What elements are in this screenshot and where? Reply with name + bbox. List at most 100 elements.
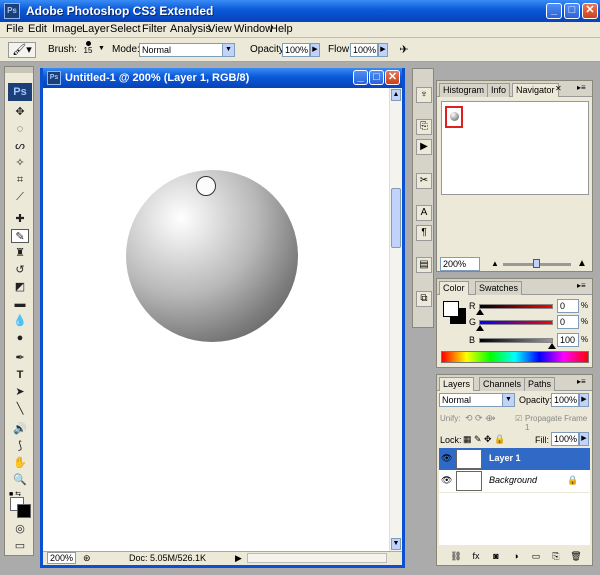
zoom-out-icon[interactable]: ▲ — [491, 259, 499, 268]
panel-menu-icon[interactable]: ▸≡ — [577, 83, 586, 92]
menu-analysis[interactable]: Analysis — [170, 23, 211, 35]
fill-slider-button[interactable]: ▶ — [579, 432, 589, 446]
g-value-field[interactable]: 0 — [557, 315, 579, 329]
panel-foreground-swatch[interactable] — [443, 301, 459, 317]
paragraph-panel-icon[interactable]: ¶ — [416, 225, 432, 241]
opacity-slider-button[interactable]: ▶ — [310, 43, 320, 57]
tab-info[interactable]: Info — [487, 83, 511, 97]
hand-tool-icon[interactable]: ✋ — [11, 456, 29, 470]
doc-close-button[interactable]: ✕ — [385, 70, 400, 85]
vertical-scrollbar[interactable]: ▲ ▼ — [389, 88, 402, 551]
r-slider[interactable] — [476, 304, 553, 315]
healing-brush-icon[interactable]: ✚ — [11, 212, 29, 226]
tab-paths[interactable]: Paths — [524, 377, 556, 391]
type-tool-icon[interactable]: T — [11, 368, 29, 382]
actions-panel-icon[interactable]: ▶ — [416, 139, 432, 155]
toolbox-grip[interactable] — [5, 67, 33, 73]
b-slider-thumb[interactable] — [548, 343, 556, 349]
close-button[interactable]: ✕ — [582, 3, 598, 19]
tab-color[interactable]: Color — [439, 281, 469, 295]
menu-file[interactable]: File — [6, 23, 24, 35]
magic-wand-icon[interactable]: ✧ — [11, 156, 29, 170]
r-value-field[interactable]: 0 — [557, 299, 579, 313]
notes-tool-icon[interactable]: 🔊 — [11, 422, 29, 436]
brush-picker[interactable]: 15 — [80, 40, 96, 60]
r-slider-thumb[interactable] — [476, 309, 484, 315]
opacity-field[interactable]: 100% — [282, 43, 310, 57]
brushes-panel-icon[interactable]: ♆ — [416, 87, 432, 103]
crop-tool-icon[interactable]: ⌗ — [11, 173, 29, 187]
layer-row-layer-1[interactable]: 👁 Layer 1 — [439, 448, 590, 470]
flow-field[interactable]: 100% — [350, 43, 378, 57]
canvas[interactable] — [43, 88, 389, 551]
g-slider[interactable] — [476, 320, 553, 331]
lock-icons[interactable]: ▦ ✎ ✥ 🔒 — [463, 434, 505, 445]
fill-field[interactable]: 100% — [551, 432, 579, 446]
menu-layer[interactable]: Layer — [82, 23, 110, 35]
lasso-tool-icon[interactable]: ᔕ — [11, 139, 29, 153]
flow-slider-button[interactable]: ▶ — [378, 43, 388, 57]
eye-icon[interactable]: 👁 — [441, 453, 452, 463]
eraser-icon[interactable]: ◩ — [11, 280, 29, 294]
scroll-up-icon[interactable]: ▲ — [391, 89, 401, 101]
navigator-preview[interactable] — [441, 101, 589, 195]
pen-tool-icon[interactable]: ✒ — [11, 351, 29, 365]
gradient-tool-icon[interactable]: ▬ — [11, 297, 29, 311]
g-slider-thumb[interactable] — [476, 325, 484, 331]
blur-tool-icon[interactable]: 💧 — [11, 314, 29, 328]
menu-help[interactable]: Help — [270, 23, 293, 35]
clone-stamp-icon[interactable]: ♜ — [11, 246, 29, 260]
layer-style-icon[interactable]: fx — [469, 550, 483, 562]
clone-source-icon[interactable]: ⧉ — [416, 291, 432, 307]
delete-layer-icon[interactable]: 🗑 — [569, 550, 583, 562]
zoom-slider-thumb[interactable] — [533, 259, 540, 268]
tool-presets-icon[interactable]: ✂ — [416, 173, 432, 189]
minimize-button[interactable]: _ — [546, 3, 562, 19]
history-brush-icon[interactable]: ↺ — [11, 263, 29, 277]
propagate-checkbox[interactable]: ☑ — [515, 414, 522, 423]
blend-mode-select[interactable]: Normal ▼ — [439, 393, 515, 407]
background-color-swatch[interactable] — [17, 504, 31, 518]
menu-window[interactable]: Window — [234, 23, 273, 35]
menu-filter[interactable]: Filter — [142, 23, 166, 35]
menu-edit[interactable]: Edit — [28, 23, 47, 35]
menu-image[interactable]: Image — [52, 23, 83, 35]
move-tool-icon[interactable]: ✥ — [11, 105, 29, 119]
tab-histogram[interactable]: Histogram — [439, 83, 489, 97]
slice-tool-icon[interactable]: ⟋ — [11, 190, 29, 204]
tab-navigator[interactable]: Navigator — [512, 83, 559, 97]
tab-layers[interactable]: Layers — [439, 377, 475, 391]
scroll-thumb[interactable] — [391, 188, 401, 248]
path-selection-icon[interactable]: ➤ — [11, 385, 29, 399]
layer-opacity-slider-button[interactable]: ▶ — [579, 393, 589, 407]
tool-preset-icon[interactable]: 🖌▾ — [8, 42, 36, 58]
history-panel-icon[interactable]: ⎘ — [416, 119, 432, 135]
brush-dropdown-icon[interactable]: ▼ — [98, 45, 105, 52]
new-group-icon[interactable]: ▭ — [529, 550, 543, 562]
scroll-down-icon[interactable]: ▼ — [391, 538, 401, 550]
zoom-in-icon[interactable]: ▲ — [577, 258, 587, 269]
layers-panel-menu-icon[interactable]: ▸≡ — [577, 377, 586, 386]
airbrush-icon[interactable]: ✈ — [396, 43, 412, 57]
zoom-tool-icon[interactable]: 🔍 — [11, 473, 29, 487]
document-title-bar[interactable]: Ps Untitled-1 @ 200% (Layer 1, RGB/8) _ … — [43, 68, 402, 88]
maximize-button[interactable]: □ — [564, 3, 580, 19]
tab-close-icon[interactable]: ✕ — [555, 84, 562, 93]
zoom-field[interactable]: 200% — [47, 552, 77, 564]
mode-select[interactable]: Normal ▼ — [139, 43, 235, 57]
layer-comps-icon[interactable]: ▤ — [416, 257, 432, 273]
status-menu-icon[interactable]: ▶ — [235, 553, 242, 564]
quick-mask-icon[interactable]: ◎ — [11, 522, 29, 536]
doc-maximize-button[interactable]: □ — [369, 70, 384, 85]
add-mask-icon[interactable]: ◙ — [489, 550, 503, 562]
layer-row-background[interactable]: 👁 Background 🔒 — [439, 470, 590, 492]
line-tool-icon[interactable]: ╲ — [11, 402, 29, 416]
b-value-field[interactable]: 100 — [557, 333, 579, 347]
screen-mode-icon[interactable]: ▭ — [11, 539, 29, 553]
eye-icon[interactable]: 👁 — [441, 475, 452, 485]
menu-view[interactable]: View — [208, 23, 232, 35]
dodge-tool-icon[interactable]: ● — [11, 331, 29, 345]
doc-minimize-button[interactable]: _ — [353, 70, 368, 85]
tab-channels[interactable]: Channels — [479, 377, 526, 391]
color-panel-menu-icon[interactable]: ▸≡ — [577, 281, 586, 290]
